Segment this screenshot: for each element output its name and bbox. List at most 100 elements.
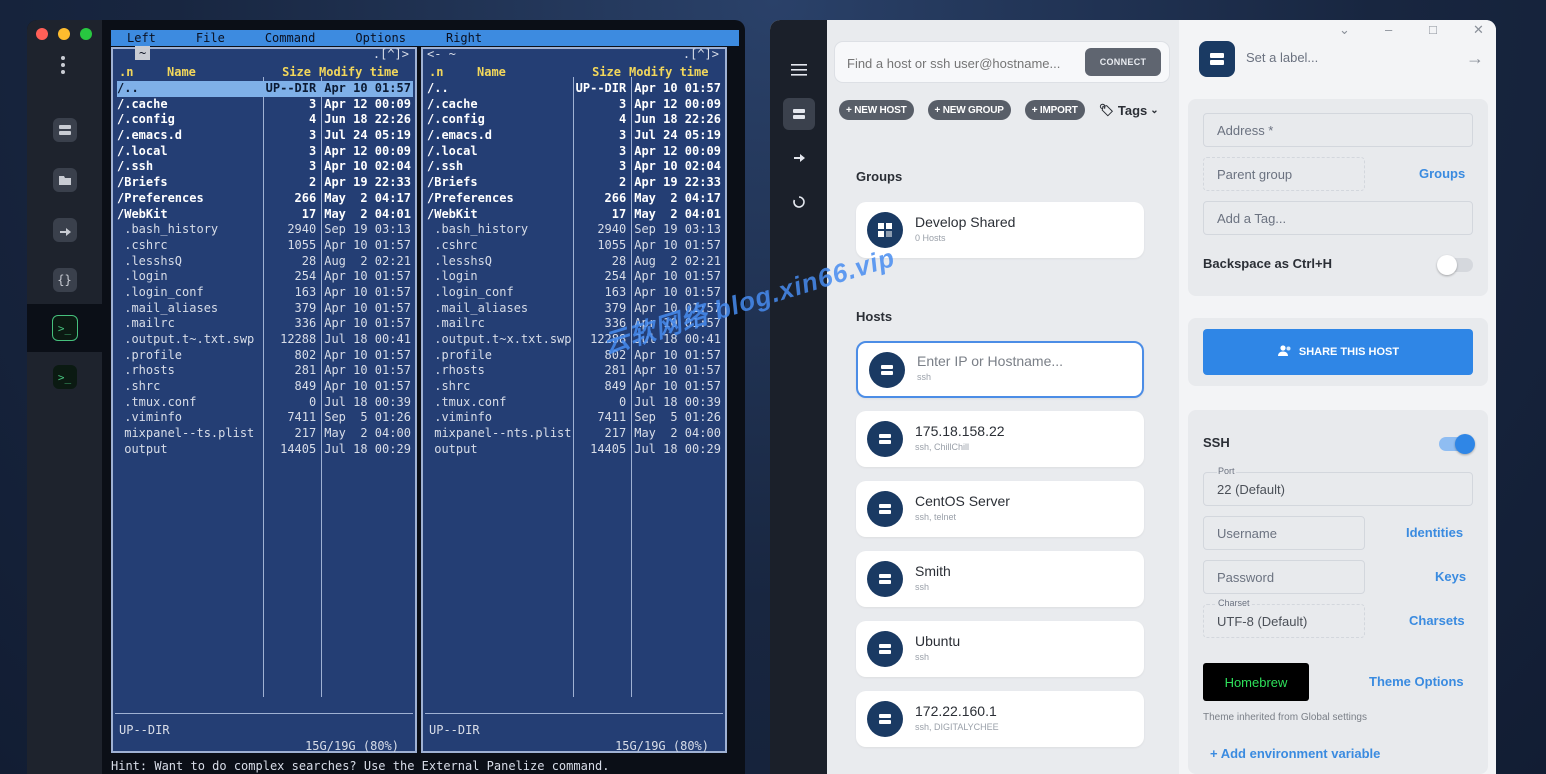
share-host-button[interactable]: SHARE THIS HOST [1203,329,1473,375]
connect-button[interactable]: CONNECT [1085,48,1161,76]
file-row[interactable]: .cshrc 1055 Apr 10 01:57 [427,238,723,254]
parent-group-field[interactable]: Parent group [1203,157,1365,191]
file-row[interactable]: /Preferences 266 May 2 04:17 [117,191,413,207]
password-field[interactable]: Password [1203,560,1365,594]
host-card-172-22-160-1[interactable]: 172.22.160.1 ssh, DIGITALYCHEE [856,691,1144,747]
file-row[interactable]: .login_conf 163 Apr 10 01:57 [117,285,413,301]
file-row[interactable]: mixpanel--nts.plist 217 May 2 04:00 [427,426,723,442]
nav-hosts-button[interactable] [770,94,827,134]
file-row[interactable]: /Preferences 266 May 2 04:17 [427,191,723,207]
host-search-input[interactable] [845,51,1089,75]
close-window-icon[interactable]: ✕ [1473,22,1484,38]
new-group-button[interactable]: + NEW GROUP [927,100,1011,120]
file-row[interactable]: /WebKit 17 May 2 04:01 [117,207,413,223]
column-modify-time[interactable]: Modify time [319,65,398,79]
theme-options-link[interactable]: Theme Options [1369,674,1464,689]
ssh-toggle[interactable] [1439,434,1475,454]
sidebar-hosts-button[interactable] [27,106,102,154]
file-row[interactable]: .viminfo 7411 Sep 5 01:26 [427,410,723,426]
group-card-develop-shared[interactable]: Develop Shared 0 Hosts [856,202,1144,258]
minimize-dot-icon[interactable] [58,28,70,40]
file-row[interactable]: /.ssh 3 Apr 10 02:04 [427,159,723,175]
file-row[interactable]: /WebKit 17 May 2 04:01 [427,207,723,223]
file-row[interactable]: /.config 4 Jun 18 22:26 [427,112,723,128]
sidebar-terminal-tab-active[interactable]: >_ [27,304,102,352]
sidebar-sftp-button[interactable] [27,156,102,204]
chevron-down-icon[interactable]: ⌄ [1339,22,1350,38]
zoom-dot-icon[interactable] [80,28,92,40]
sidebar-forwarding-button[interactable] [27,206,102,254]
import-button[interactable]: + IMPORT [1024,100,1085,120]
file-row[interactable]: .profile 802 Apr 10 01:57 [427,348,723,364]
file-row[interactable]: .bash_history 2940 Sep 19 03:13 [117,222,413,238]
mc-right-panel[interactable]: <- ~ .[^]> .n Name Size Modify time /.. U… [421,47,727,753]
minimize-window-icon[interactable]: – [1385,22,1392,37]
host-card-ubuntu[interactable]: Ubuntu ssh [856,621,1144,677]
mc-menu-right[interactable]: Right [446,30,482,46]
sort-indicator[interactable]: .n [119,65,167,79]
file-row[interactable]: .mailrc 336 Apr 10 01:57 [117,316,413,332]
identities-link[interactable]: Identities [1406,525,1463,540]
hostname-placeholder[interactable]: Enter IP or Hostname... [917,353,1063,369]
nav-forwarding-icon[interactable] [770,136,827,176]
file-row[interactable]: .shrc 849 Apr 10 01:57 [117,379,413,395]
maximize-window-icon[interactable]: □ [1429,22,1437,37]
keys-link[interactable]: Keys [1435,569,1466,584]
nav-history-icon[interactable] [770,182,827,222]
file-row[interactable]: .output.t~.txt.swp 12288 Jul 18 00:41 [117,332,413,348]
file-row[interactable]: .mail_aliases 379 Apr 10 01:57 [117,301,413,317]
sidebar-snippets-button[interactable]: {} [27,256,102,304]
file-row[interactable]: .tmux.conf 0 Jul 18 00:39 [427,395,723,411]
file-row[interactable]: .shrc 849 Apr 10 01:57 [427,379,723,395]
sort-indicator[interactable]: .n [429,65,477,79]
host-card-175-18-158-22[interactable]: 175.18.158.22 ssh, ChillChill [856,411,1144,467]
file-row[interactable]: /.local 3 Apr 12 00:09 [117,144,413,160]
column-size[interactable]: Size [575,65,629,79]
more-menu-icon[interactable] [61,56,65,77]
theme-preview-button[interactable]: Homebrew [1203,663,1309,701]
file-row[interactable]: /.cache 3 Apr 12 00:09 [427,97,723,113]
groups-link[interactable]: Groups [1419,166,1465,181]
file-row[interactable]: /.emacs.d 3 Jul 24 05:19 [427,128,723,144]
file-row[interactable]: .bash_history 2940 Sep 19 03:13 [427,222,723,238]
file-row[interactable]: .viminfo 7411 Sep 5 01:26 [117,410,413,426]
column-name[interactable]: Name [477,65,575,79]
file-row[interactable]: /.. UP--DIR Apr 10 01:57 [427,81,723,97]
file-row[interactable]: /Briefs 2 Apr 19 22:33 [427,175,723,191]
backspace-toggle[interactable] [1437,255,1473,275]
file-row[interactable]: .rhosts 281 Apr 10 01:57 [117,363,413,379]
file-row[interactable]: .lesshsQ 28 Aug 2 02:21 [427,254,723,270]
add-tag-field[interactable]: Add a Tag... [1203,201,1473,235]
file-row[interactable]: .login 254 Apr 10 01:57 [117,269,413,285]
file-row[interactable]: .rhosts 281 Apr 10 01:57 [427,363,723,379]
file-row[interactable]: /.ssh 3 Apr 10 02:04 [117,159,413,175]
file-row[interactable]: output 14405 Jul 18 00:29 [427,442,723,458]
arrow-right-icon[interactable]: → [1466,48,1484,69]
port-field[interactable]: Port 22 (Default) [1203,466,1473,506]
mc-menu-command[interactable]: Command [265,30,316,46]
mc-menu-left[interactable]: Left [127,30,156,46]
close-dot-icon[interactable] [36,28,48,40]
file-row[interactable]: /.. UP--DIR Apr 10 01:57 [117,81,413,97]
file-row[interactable]: /.local 3 Apr 12 00:09 [427,144,723,160]
file-row[interactable]: .login_conf 163 Apr 10 01:57 [427,285,723,301]
file-row[interactable]: /.config 4 Jun 18 22:26 [117,112,413,128]
column-size[interactable]: Size [265,65,319,79]
charsets-link[interactable]: Charsets [1409,613,1465,628]
host-card-smith[interactable]: Smith ssh [856,551,1144,607]
file-row[interactable]: /.cache 3 Apr 12 00:09 [117,97,413,113]
charset-field[interactable]: Charset UTF-8 (Default) [1203,598,1365,638]
file-row[interactable]: /.emacs.d 3 Jul 24 05:19 [117,128,413,144]
file-row[interactable]: .profile 802 Apr 10 01:57 [117,348,413,364]
file-row[interactable]: .login 254 Apr 10 01:57 [427,269,723,285]
tags-dropdown[interactable]: 🏷 Tags ⌄ [1099,103,1159,118]
midnight-commander[interactable]: Left File Command Options Right ~ .[^]> … [111,30,739,774]
mc-menu-options[interactable]: Options [355,30,406,46]
add-environment-variable-link[interactable]: + Add environment variable [1210,746,1380,761]
file-row[interactable]: output 14405 Jul 18 00:29 [117,442,413,458]
mc-left-panel[interactable]: ~ .[^]> .n Name Size Modify time /.. UP--… [111,46,417,753]
address-field[interactable]: Address * [1203,113,1473,147]
file-row[interactable]: .lesshsQ 28 Aug 2 02:21 [117,254,413,270]
username-field[interactable]: Username [1203,516,1365,550]
host-label-input[interactable]: Set a label... [1246,50,1318,65]
